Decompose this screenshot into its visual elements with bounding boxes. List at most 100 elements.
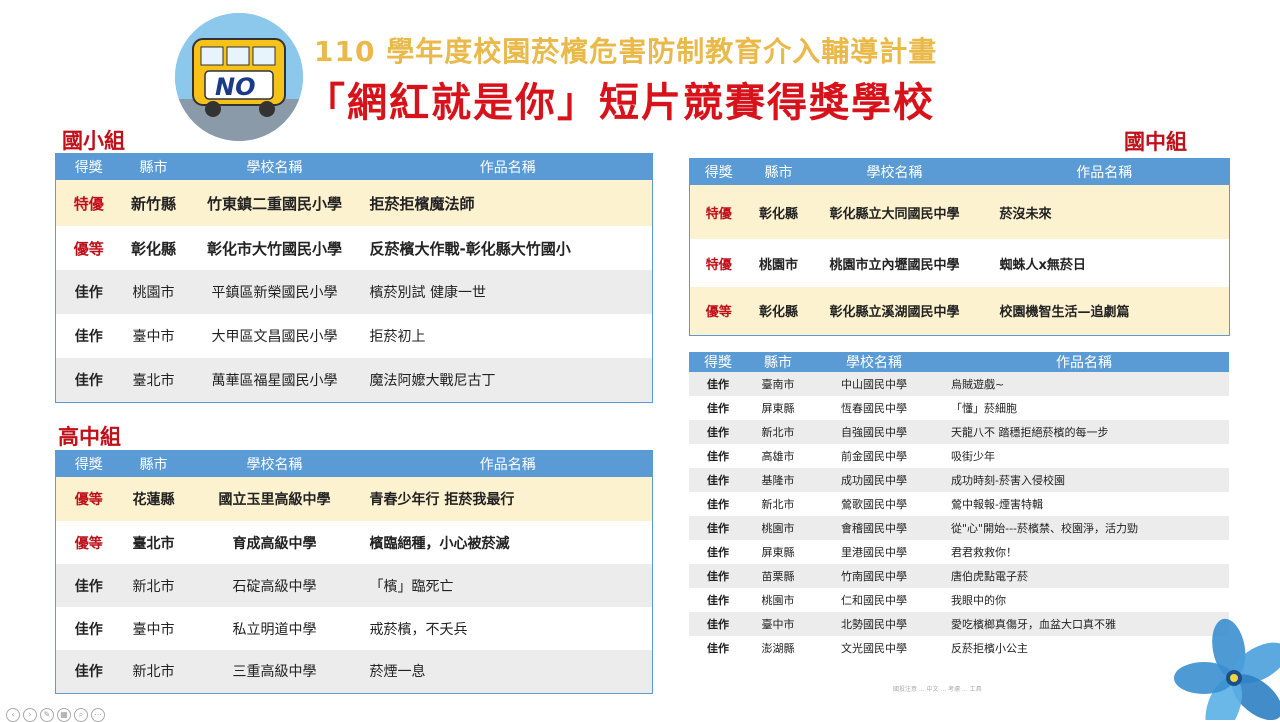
award-cell: 佳作 [55, 650, 122, 693]
award-cell: 佳作 [689, 372, 747, 396]
table-row: 佳作 桃園市 仁和國民中學 我眼中的你 [689, 588, 1229, 612]
table-row: 特優 桃園市 桃園市立內壢國民中學 蜘蛛人x無菸日 [689, 239, 1230, 287]
table-row: 佳作 苗栗縣 竹南國民中學 唐伯虎點電子菸 [689, 564, 1229, 588]
work-cell: 「懂」菸細胞 [939, 396, 1229, 420]
city-cell: 屏東縣 [747, 540, 809, 564]
school-cell: 中山國民中學 [809, 372, 939, 396]
work-cell: 菸沒未來 [979, 185, 1230, 239]
work-cell: 鶯中報報-煙害特輯 [939, 492, 1229, 516]
table-row: 優等 臺北市 育成高級中學 檳臨絕種，小心被菸滅 [55, 521, 653, 564]
work-cell: 天龍八不 踏穩拒絕菸檳的每一步 [939, 420, 1229, 444]
logo-text: NO [215, 73, 256, 101]
header-award: 得獎 [689, 158, 748, 185]
award-cell: 佳作 [689, 540, 747, 564]
table-header-row: 得獎 縣市 學校名稱 作品名稱 [689, 158, 1230, 185]
school-cell: 自強國民中學 [809, 420, 939, 444]
school-cell: 桃園市立內壢國民中學 [809, 239, 980, 287]
award-cell: 佳作 [689, 444, 747, 468]
header-school: 學校名稱 [185, 450, 364, 477]
work-cell: 「檳」臨死亡 [363, 564, 653, 607]
work-cell: 反菸檳大作戰-彰化縣大竹國小 [363, 226, 653, 270]
city-cell: 彰化縣 [747, 287, 810, 335]
city-cell: 臺北市 [121, 358, 186, 402]
school-cell: 平鎮區新榮國民小學 [185, 270, 364, 314]
school-cell: 竹南國民中學 [809, 564, 939, 588]
award-cell: 佳作 [689, 636, 747, 660]
award-cell: 優等 [55, 521, 122, 564]
table-row: 優等 花蓮縣 國立玉里高級中學 青春少年行 拒菸我最行 [55, 477, 653, 521]
city-cell: 臺中市 [121, 314, 186, 358]
school-cell: 萬華區福星國民小學 [185, 358, 364, 402]
table-row: 佳作 新北市 鶯歌國民中學 鶯中報報-煙害特輯 [689, 492, 1229, 516]
page-subtitle: 110 學年度校園菸檳危害防制教育介入輔導計畫 [314, 35, 938, 68]
junior-merit-table: 得獎 縣市 學校名稱 作品名稱 佳作 臺南市 中山國民中學 烏賊遊戲~ 佳作 屏東縣 恆春國… [689, 352, 1229, 660]
elementary-table: 得獎 縣市 學校名稱 作品名稱 特優 新竹縣 竹東鎮二重國民小學 拒菸拒檳魔法師… [55, 153, 653, 403]
city-cell: 苗栗縣 [747, 564, 809, 588]
table-row: 佳作 新北市 自強國民中學 天龍八不 踏穩拒絕菸檳的每一步 [689, 420, 1229, 444]
table-header-row: 得獎 縣市 學校名稱 作品名稱 [689, 352, 1229, 372]
table-row: 佳作 新北市 三重高級中學 菸煙一息 [55, 650, 653, 693]
table-header-row: 得獎 縣市 學校名稱 作品名稱 [55, 450, 653, 477]
work-cell: 吸街少年 [939, 444, 1229, 468]
city-cell: 新北市 [747, 492, 809, 516]
work-cell: 蜘蛛人x無菸日 [979, 239, 1230, 287]
award-cell: 佳作 [689, 612, 747, 636]
header-school: 學校名稱 [809, 352, 939, 372]
school-cell: 彰化市大竹國民小學 [185, 226, 364, 270]
school-cell: 里港國民中學 [809, 540, 939, 564]
city-cell: 臺北市 [121, 521, 186, 564]
group-label-junior: 國中組 [1124, 130, 1187, 154]
city-cell: 屏東縣 [747, 396, 809, 420]
city-cell: 桃園市 [747, 588, 809, 612]
header-award: 得獎 [689, 352, 747, 372]
school-cell: 私立明道中學 [185, 607, 364, 650]
city-cell: 彰化縣 [747, 185, 810, 239]
work-cell: 戒菸檳，不夭兵 [363, 607, 653, 650]
campaign-logo: NO [175, 13, 303, 141]
table-row: 優等 彰化縣 彰化縣立溪湖國民中學 校園機智生活—追劇篇 [689, 287, 1230, 335]
work-cell: 青春少年行 拒菸我最行 [363, 477, 653, 521]
award-cell: 佳作 [689, 516, 747, 540]
work-cell: 檳菸別試 健康一世 [363, 270, 653, 314]
city-cell: 臺中市 [747, 612, 809, 636]
header-school: 學校名稱 [185, 153, 364, 180]
award-cell: 佳作 [55, 564, 122, 607]
work-cell: 唐伯虎點電子菸 [939, 564, 1229, 588]
city-cell: 新北市 [121, 650, 186, 693]
work-cell: 菸煙一息 [363, 650, 653, 693]
header-city: 縣市 [121, 153, 186, 180]
city-cell: 基隆市 [747, 468, 809, 492]
award-cell: 佳作 [55, 270, 122, 314]
award-cell: 優等 [55, 477, 122, 521]
school-cell: 彰化縣立溪湖國民中學 [809, 287, 980, 335]
group-label-senior: 高中組 [58, 425, 121, 449]
award-cell: 優等 [55, 226, 122, 270]
award-cell: 特優 [689, 185, 748, 239]
school-cell: 仁和國民中學 [809, 588, 939, 612]
city-cell: 澎湖縣 [747, 636, 809, 660]
header-work: 作品名稱 [363, 450, 653, 477]
table-row: 佳作 臺南市 中山國民中學 烏賊遊戲~ [689, 372, 1229, 396]
school-cell: 彰化縣立大同國民中學 [809, 185, 980, 239]
footer-note: 國投注意 ... 中文 ... 考慮 ... 工具 [893, 686, 982, 693]
school-cell: 國立玉里高級中學 [185, 477, 364, 521]
award-cell: 佳作 [689, 468, 747, 492]
header-city: 縣市 [121, 450, 186, 477]
table-row: 佳作 臺北市 萬華區福星國民小學 魔法阿嬤大戰尼古丁 [55, 358, 653, 402]
school-cell: 石碇高級中學 [185, 564, 364, 607]
header-award: 得獎 [55, 450, 122, 477]
city-cell: 桃園市 [121, 270, 186, 314]
header-award: 得獎 [55, 153, 122, 180]
city-cell: 新竹縣 [121, 180, 186, 226]
header-city: 縣市 [747, 352, 809, 372]
table-row: 佳作 臺中市 北勢國民中學 愛吃檳榔真傷牙，血盆大口真不雅 [689, 612, 1229, 636]
award-cell: 特優 [55, 180, 122, 226]
header-school: 學校名稱 [809, 158, 980, 185]
city-cell: 臺南市 [747, 372, 809, 396]
school-cell: 前金國民中學 [809, 444, 939, 468]
school-cell: 竹東鎮二重國民小學 [185, 180, 364, 226]
table-row: 特優 新竹縣 竹東鎮二重國民小學 拒菸拒檳魔法師 [55, 180, 653, 226]
award-cell: 佳作 [689, 492, 747, 516]
table-row: 佳作 高雄市 前金國民中學 吸街少年 [689, 444, 1229, 468]
flower-decoration [1174, 618, 1280, 720]
